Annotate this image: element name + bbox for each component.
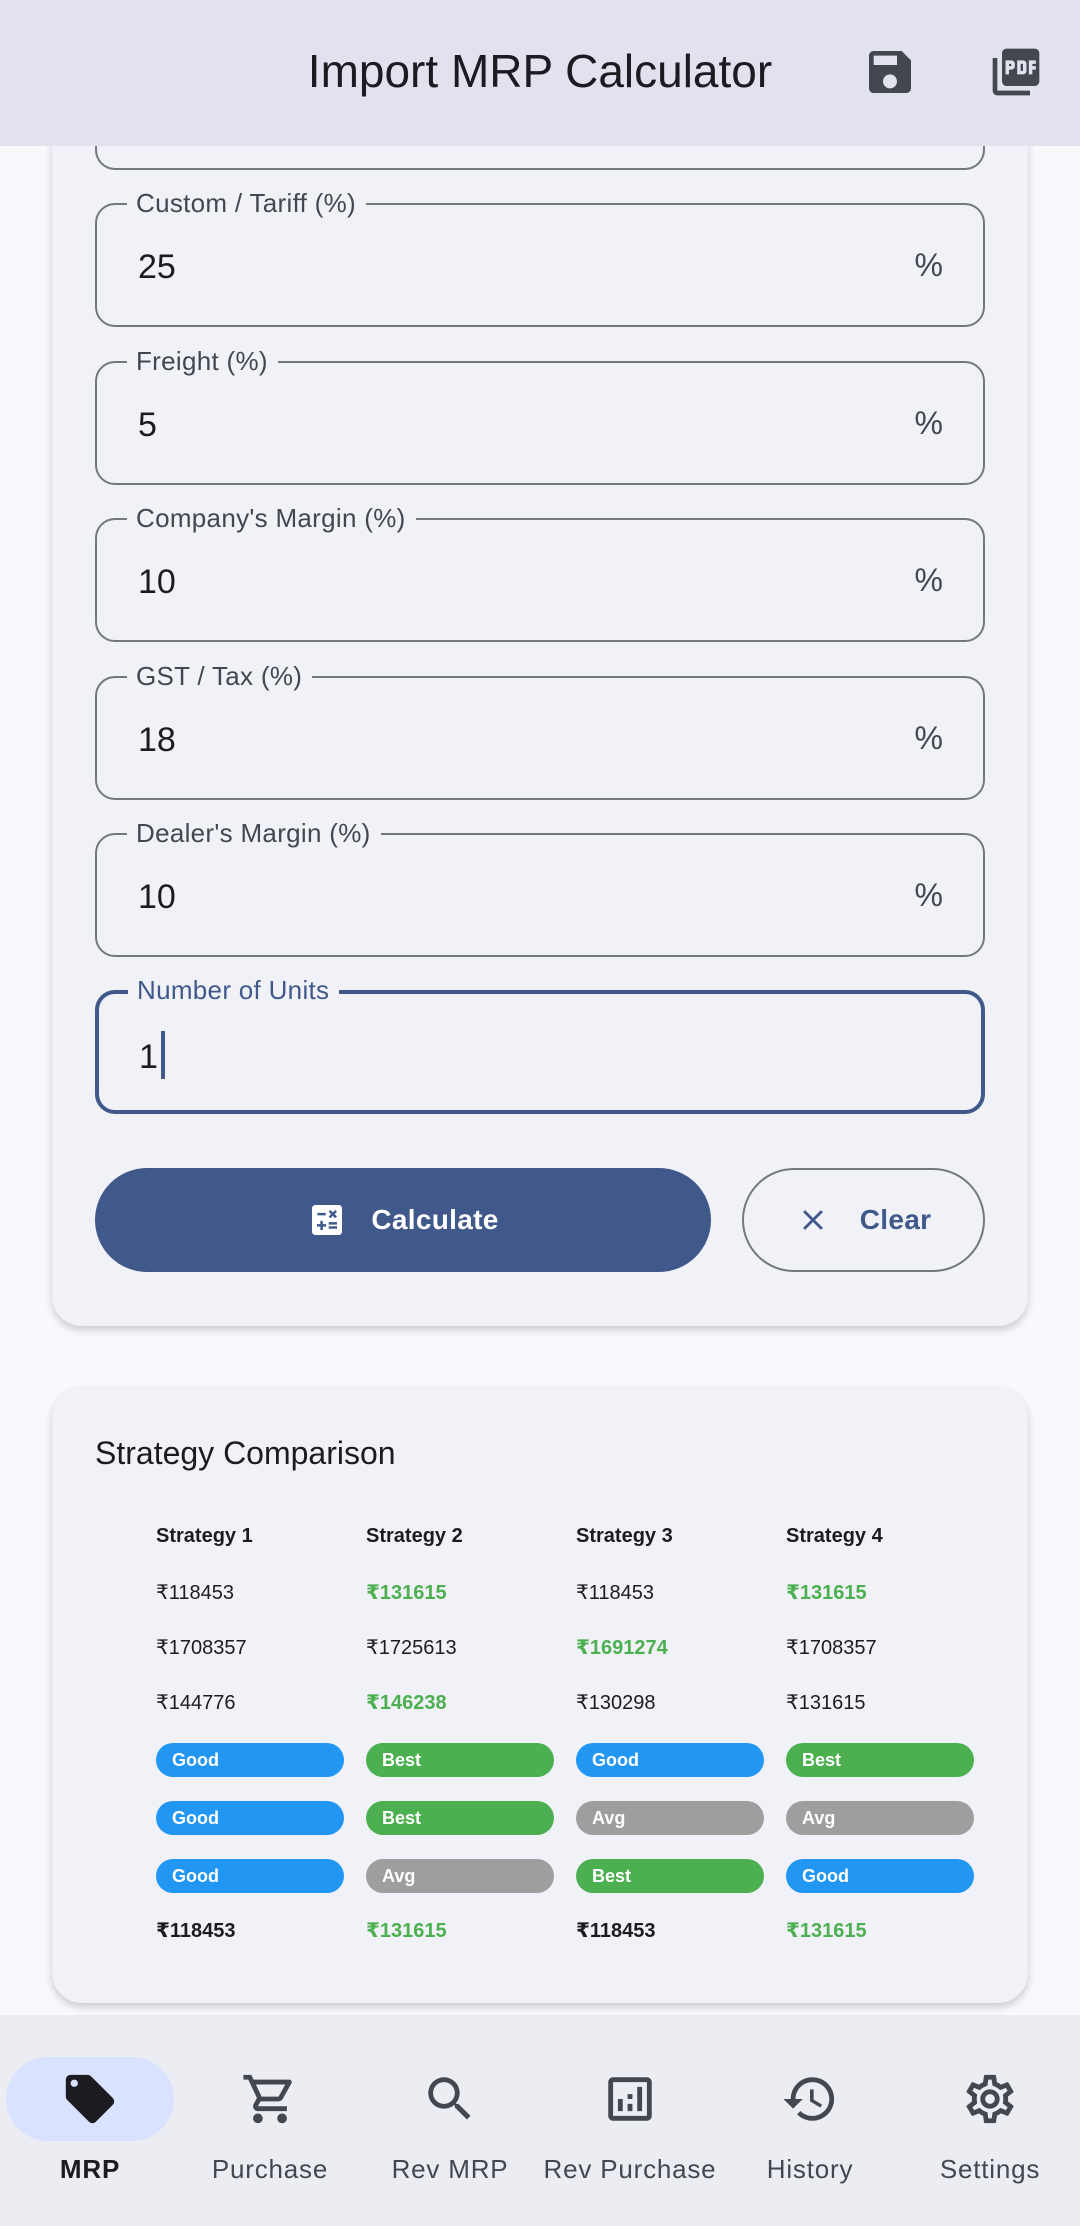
field-label: Custom / Tariff (%) [127,186,367,220]
freight-field[interactable]: Freight (%) 5 % [95,344,985,485]
cart-icon [243,2074,292,2124]
history-icon [783,2077,835,2121]
strategy-value: ₹144776 [156,1692,236,1714]
strategy-total: ₹118453 [156,1920,236,1942]
gst-tax-field[interactable]: GST / Tax (%) 18 % [95,659,985,800]
floppy-disk-icon [869,51,911,93]
save-button[interactable] [862,44,918,100]
nav-label: Rev MRP [391,2154,509,2184]
clear-button[interactable]: Clear [742,1168,985,1272]
gear-icon [966,2074,1014,2124]
percent-suffix: % [914,405,943,441]
rating-badge: Good [576,1743,764,1777]
nav-label: Rev Purchase [543,2154,717,2184]
rating-badge: Avg [786,1801,974,1835]
number-of-units-field[interactable]: Number of Units 1 [95,973,985,1114]
strategy-total: ₹131615 [366,1920,447,1942]
nav-label: History [766,2154,854,2184]
field-label: Company's Margin (%) [127,501,416,535]
rating-badge: Best [786,1743,974,1777]
field-value[interactable]: 10 [138,562,176,602]
strategy-value: ₹118453 [156,1582,234,1604]
rating-badge: Best [366,1801,554,1835]
page-title: Import MRP Calculator [307,45,773,97]
calculate-label: Calculate [371,1204,499,1235]
field-value[interactable]: 18 [138,720,176,760]
rating-badge: Avg [576,1801,764,1835]
strategy-value: ₹131615 [366,1582,447,1604]
nav-item-mrp[interactable]: MRP [0,2015,180,2226]
nav-label: Settings [939,2154,1041,2184]
rating-badge: Best [366,1743,554,1777]
strategy-value: ₹1708357 [156,1637,247,1659]
rating-badge: Good [156,1801,344,1835]
tag-icon [65,2074,115,2124]
strategy-value: ₹130298 [576,1692,656,1714]
strategy-value: ₹1708357 [786,1637,877,1659]
app-bar: Import MRP Calculator [0,0,1080,146]
strategy-comparison-title: Strategy Comparison [95,1435,396,1471]
pdf-icon [992,48,1040,96]
units-input[interactable]: 1 [139,1031,165,1083]
nav-item-settings[interactable]: Settings [900,2015,1080,2226]
nav-label: MRP [59,2154,121,2184]
percent-suffix: % [914,562,943,598]
field-value[interactable]: 10 [138,877,176,917]
strategy-value: ₹118453 [576,1582,654,1604]
export-pdf-button[interactable] [988,44,1044,100]
field-label: Number of Units [128,973,340,1007]
strategy-total: ₹131615 [786,1920,867,1942]
rating-badge: Good [156,1743,344,1777]
calculator-icon [312,1205,343,1235]
search-icon [428,2077,471,2120]
rating-badge: Avg [366,1859,554,1893]
nav-item-rev-purchase[interactable]: Rev Purchase [540,2015,720,2226]
bar-chart-icon [608,2077,652,2121]
nav-item-history[interactable]: History [720,2015,900,2226]
custom-tariff-field[interactable]: Custom / Tariff (%) 25 % [95,186,985,327]
field-label: Freight (%) [127,344,278,378]
nav-item-purchase[interactable]: Purchase [180,2015,360,2226]
clear-label: Clear [859,1204,932,1235]
field-label: Dealer's Margin (%) [127,816,381,850]
rating-badge: Good [786,1859,974,1893]
field-label: GST / Tax (%) [127,659,313,693]
close-icon [802,1210,823,1230]
rating-badge: Best [576,1859,764,1893]
rating-badge: Good [156,1859,344,1893]
strategy-value: ₹131615 [786,1692,866,1714]
strategy-header: Strategy 2 [366,1525,463,1547]
percent-suffix: % [914,247,943,283]
strategy-header: Strategy 1 [156,1525,253,1547]
bottom-navigation: MRP Purchase Rev MRP Rev Purchase Histor… [0,2015,1080,2226]
strategy-total: ₹118453 [576,1920,656,1942]
strategy-header: Strategy 4 [786,1525,883,1547]
percent-suffix: % [914,720,943,756]
field-value[interactable]: 25 [138,247,176,287]
company-margin-field[interactable]: Company's Margin (%) 10 % [95,501,985,642]
nav-active-indicator [6,2057,174,2141]
nav-item-rev-mrp[interactable]: Rev MRP [360,2015,540,2226]
text-cursor [160,1031,165,1079]
strategy-comparison-card: Strategy Comparison Strategy 1 ₹118453 ₹… [52,1387,1028,2003]
strategy-header: Strategy 3 [576,1525,673,1547]
strategy-value: ₹1725613 [366,1637,457,1659]
field-value[interactable]: 5 [138,405,157,445]
strategy-value: ₹1691274 [576,1637,668,1659]
nav-label: Purchase [211,2154,329,2184]
dealer-margin-field[interactable]: Dealer's Margin (%) 10 % [95,816,985,957]
units-value: 1 [139,1037,158,1076]
percent-suffix: % [914,877,943,913]
strategy-value: ₹146238 [366,1692,447,1714]
strategy-value: ₹131615 [786,1582,867,1604]
calculate-button[interactable]: Calculate [95,1168,711,1272]
input-form-card: Custom / Tariff (%) 25 % Freight (%) 5 %… [52,92,1028,1326]
